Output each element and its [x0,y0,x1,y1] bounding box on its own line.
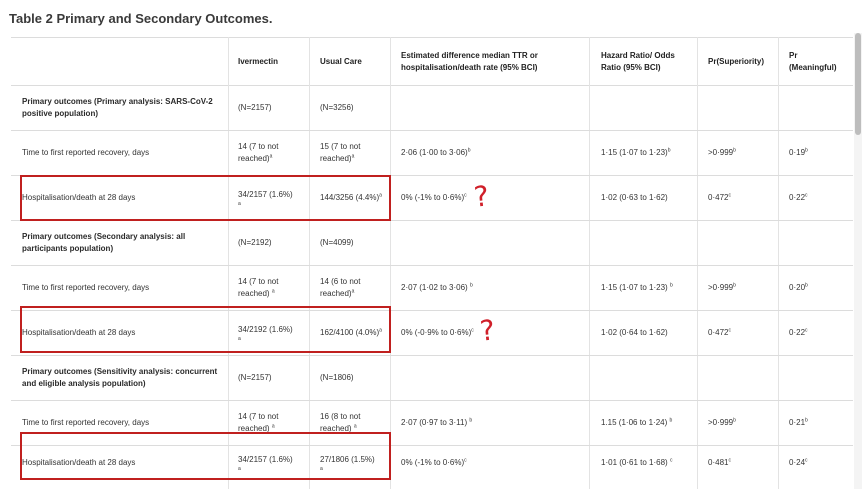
col-divider [697,37,698,489]
cell-pr-superiority: 0·481c [708,457,731,467]
highlight-box [20,175,391,221]
col-divider [589,37,590,489]
col-divider [309,37,310,489]
col-divider [778,37,779,489]
cell-hazard-ratio: 1·15 (1·07 to 1·23) b [601,282,673,292]
cell-pr-superiority: >0·999b [708,417,736,427]
section-n-usual-care: (N=1806) [320,373,354,382]
cell-pr-superiority: >0·999b [708,282,736,292]
cell-difference: 2·07 (0·97 to 3·11) b [401,417,473,427]
cell-hazard-ratio: 1·01 (0·61 to 1·68) c [601,457,673,467]
cell-ivermectin: 14 (7 to not reached) a [238,277,279,298]
cell-pr-superiority: 0·472c [708,192,731,202]
cell-hazard-ratio: 1·02 (0·64 to 1·62) [601,328,668,337]
question-mark-annotation: ? [478,313,497,348]
col-divider [228,37,229,489]
cell-hazard-ratio: 1.15 (1·06 to 1·24) b [601,417,673,427]
cell-pr-meaningful: 0·21b [789,417,808,427]
cell-pr-superiority: 0·472c [708,327,731,337]
table-title: Table 2 Primary and Secondary Outcomes. [9,11,273,26]
section-label: Primary outcomes (Primary analysis: SARS… [22,97,213,118]
scrollbar-thumb[interactable] [855,33,861,135]
cell-pr-superiority: >0·999b [708,147,736,157]
cell-pr-meaningful: 0·19b [789,147,808,157]
cell-usual-care: 14 (6 to not reached)a [320,277,361,298]
cell-pr-meaningful: 0·24c [789,457,808,467]
col-divider [390,37,391,489]
header-estimated-difference: Estimated difference median TTR or hospi… [401,51,538,72]
cell-ivermectin: 14 (7 to not reached)a [238,142,279,163]
cell-pr-meaningful: 0·22c [789,327,808,337]
cell-difference: 2·06 (1·00 to 3·06)b [401,147,471,157]
cell-difference: 0% (-1% to 0·6%)c [401,192,467,202]
header-ivermectin: Ivermectin [238,57,279,66]
header-hazard-ratio: Hazard Ratio/ Odds Ratio (95% BCI) [601,51,675,72]
row-label: Time to first reported recovery, days [22,148,150,157]
cell-usual-care: 15 (7 to not reached)a [320,142,361,163]
section-label: Primary outcomes (Secondary analysis: al… [22,232,186,253]
cell-difference: 0% (-1% to 0·6%)c [401,457,467,467]
table-top-rule [11,37,853,38]
cell-hazard-ratio: 1·15 (1·07 to 1·23)b [601,147,671,157]
cell-pr-meaningful: 0·20b [789,282,808,292]
cell-difference: 2·07 (1·02 to 3·06) b [401,282,473,292]
section-label: Primary outcomes (Sensitivity analysis: … [22,367,218,388]
section-n-ivermectin: (N=2192) [238,238,272,247]
cell-hazard-ratio: 1·02 (0·63 to 1·62) [601,193,668,202]
header-usual-care: Usual Care [320,57,362,66]
header-pr-meaningful: Pr (Meaningful) [789,51,837,72]
row-label: Time to first reported recovery, days [22,283,150,292]
cell-pr-meaningful: 0·22c [789,192,808,202]
question-mark-annotation: ? [472,179,491,214]
highlight-box [20,306,391,353]
section-n-usual-care: (N=3256) [320,103,354,112]
highlight-box [20,432,391,480]
header-pr-superiority: Pr(Superiority) [708,57,765,66]
section-n-ivermectin: (N=2157) [238,373,272,382]
section-n-ivermectin: (N=2157) [238,103,272,112]
section-n-usual-care: (N=4099) [320,238,354,247]
